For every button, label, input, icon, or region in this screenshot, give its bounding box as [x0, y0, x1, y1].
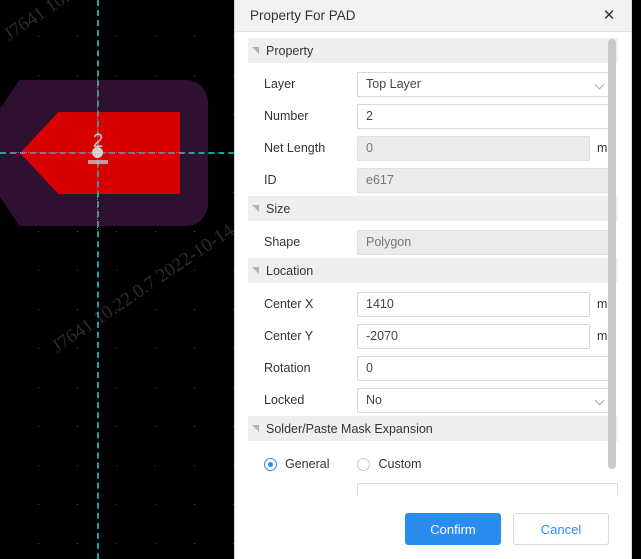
dialog-scrollbar[interactable] — [608, 39, 616, 491]
property-dialog: Property For PAD ✕ Property Layer Number Ne… — [234, 0, 632, 559]
field-row-locked: Locked — [248, 384, 618, 416]
radio-dot-icon[interactable] — [264, 457, 277, 471]
group-header-label: Solder/Paste Mask Expansion — [266, 421, 433, 436]
input-center_y[interactable] — [357, 323, 590, 349]
radio-label-general: General — [285, 457, 330, 471]
field-row-shape: Shape — [248, 226, 618, 258]
field-row-net_length: Net Lengthmil — [248, 132, 618, 164]
app-root: 2 J7641 10.22.0.7 2022-10-14 J7641 10.22… — [0, 0, 641, 559]
field-control-center_y — [357, 323, 590, 349]
group-header-location[interactable]: Location — [248, 258, 618, 283]
group-header-label: Location — [266, 263, 314, 278]
collapse-triangle-icon[interactable] — [252, 267, 259, 274]
input-number[interactable] — [357, 103, 611, 129]
radio-dot-icon[interactable] — [357, 457, 371, 471]
field-control-id — [357, 167, 611, 193]
field-row-center_y: Center Ymil — [248, 320, 618, 352]
field-label-center_x: Center X — [264, 297, 314, 311]
group-header-solder_paste_mask_expansion[interactable]: Solder/Paste Mask Expansion — [248, 416, 618, 441]
input-rotation[interactable] — [357, 355, 611, 381]
field-control-number — [357, 103, 611, 129]
input-net_length — [357, 135, 590, 161]
cancel-button[interactable]: Cancel — [513, 513, 609, 545]
field-label-center_y: Center Y — [264, 329, 314, 343]
dialog-titlebar: Property For PAD ✕ — [235, 0, 631, 32]
confirm-button[interactable]: Confirm — [405, 513, 501, 545]
field-label-layer: Layer — [264, 77, 296, 91]
group-header-property[interactable]: Property — [248, 38, 618, 63]
field-row-number: Number — [248, 100, 618, 132]
mask-expansion-radio-group: General Custom — [248, 449, 618, 479]
collapse-triangle-icon[interactable] — [252, 47, 259, 54]
field-control-center_x — [357, 291, 590, 317]
dialog-body: Property Layer Number Net Lengthmil ID Size Sh… — [235, 32, 631, 499]
close-icon[interactable]: ✕ — [597, 4, 621, 28]
input-shape — [357, 229, 611, 255]
field-control-rotation — [357, 355, 611, 381]
field-label-shape: Shape — [264, 235, 301, 249]
dialog-form-scroll-area: Property Layer Number Net Lengthmil ID Size Sh… — [235, 32, 631, 499]
field-row-center_x: Center Xmil — [248, 288, 618, 320]
dialog-footer: Confirm Cancel — [235, 499, 631, 559]
dialog-title: Property For PAD — [250, 8, 356, 23]
canvas-right-sliver — [632, 0, 641, 559]
input-center_x[interactable] — [357, 291, 590, 317]
field-control-locked — [357, 387, 611, 413]
field-row-id: ID — [248, 164, 618, 196]
input-id — [357, 167, 611, 193]
field-control-layer — [357, 71, 611, 97]
group-header-label: Size — [266, 201, 291, 216]
field-control-shape — [357, 229, 611, 255]
pad-origin-marker — [92, 147, 103, 158]
field-label-net_length: Net Length — [264, 141, 326, 155]
select-layer[interactable] — [357, 71, 611, 97]
radio-label-custom: Custom — [378, 457, 422, 471]
collapse-triangle-icon[interactable] — [252, 425, 259, 432]
field-row-layer: Layer — [248, 68, 618, 100]
mask-expansion-value-input[interactable] — [357, 483, 618, 495]
radio-general[interactable]: General — [264, 457, 329, 471]
field-label-locked: Locked — [264, 393, 305, 407]
select-locked[interactable] — [357, 387, 611, 413]
dialog-scrollbar-thumb[interactable] — [608, 39, 616, 469]
field-row-rotation: Rotation — [248, 352, 618, 384]
group-header-label: Property — [266, 43, 314, 58]
radio-custom[interactable]: Custom — [357, 457, 422, 471]
pad-origin-bar — [88, 160, 108, 164]
field-label-id: ID — [264, 173, 277, 187]
mask-expansion-partial-field-row — [248, 483, 618, 495]
field-control-net_length — [357, 135, 590, 161]
field-label-rotation: Rotation — [264, 361, 311, 375]
field-label-number: Number — [264, 109, 309, 123]
group-header-size[interactable]: Size — [248, 196, 618, 221]
collapse-triangle-icon[interactable] — [252, 205, 259, 212]
